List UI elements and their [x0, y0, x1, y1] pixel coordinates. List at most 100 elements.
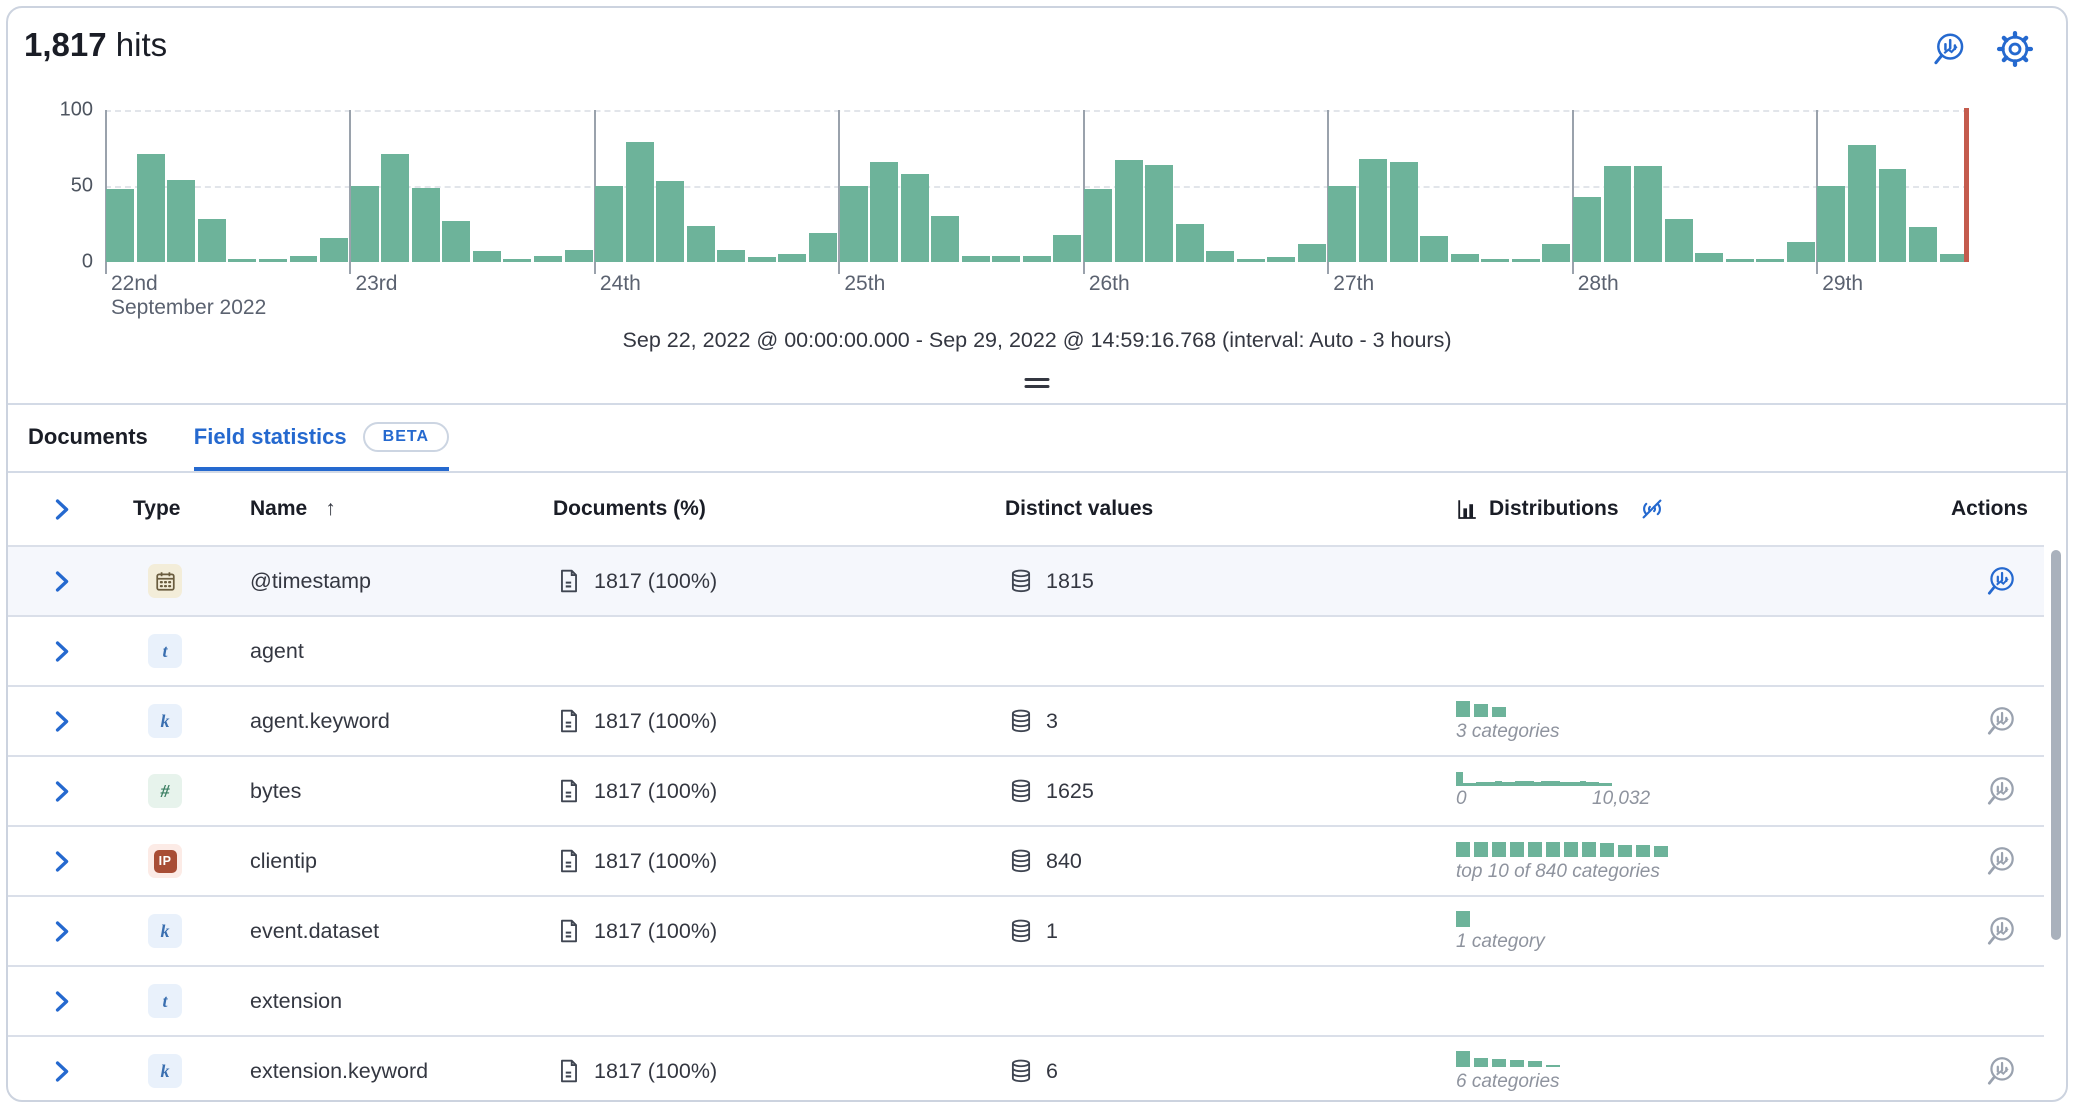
histogram-bar[interactable] — [717, 250, 745, 262]
tab-documents[interactable]: Documents — [28, 405, 148, 471]
x-axis-day-label: 25th — [844, 272, 885, 296]
column-header-name[interactable]: Name ↑ — [242, 497, 548, 521]
histogram-bar[interactable] — [1726, 259, 1754, 262]
field-row-@timestamp[interactable]: @timestamp1817 (100%)1815 — [8, 545, 2044, 615]
histogram-bar[interactable] — [748, 257, 776, 262]
histogram-bar[interactable] — [1390, 162, 1418, 262]
histogram-bar[interactable] — [167, 180, 195, 262]
histogram-bar[interactable] — [412, 188, 440, 262]
histogram-bar[interactable] — [656, 181, 684, 262]
histogram-bar[interactable] — [106, 189, 134, 262]
histogram-bar[interactable] — [1145, 165, 1173, 262]
histogram-bar[interactable] — [1206, 251, 1234, 262]
histogram-bar[interactable] — [534, 256, 562, 262]
database-icon — [1008, 778, 1034, 804]
date-type-token-icon — [148, 564, 182, 598]
field-row-event.dataset[interactable]: kevent.dataset1817 (100%)11 category — [8, 895, 2044, 965]
histogram-bar[interactable] — [503, 259, 531, 262]
histogram-bar[interactable] — [1634, 166, 1662, 262]
histogram-bar[interactable] — [962, 256, 990, 262]
expand-row-chevron[interactable] — [8, 638, 128, 665]
histogram-bar[interactable] — [473, 251, 501, 262]
histogram-bar[interactable] — [1481, 259, 1509, 262]
field-row-agent.keyword[interactable]: kagent.keyword1817 (100%)33 categories — [8, 685, 2044, 755]
expand-row-chevron[interactable] — [8, 708, 128, 735]
histogram-bar[interactable] — [1298, 244, 1326, 262]
histogram-bar[interactable] — [1359, 159, 1387, 262]
explore-in-lens-icon[interactable] — [1984, 704, 2018, 738]
histogram-bar[interactable] — [1756, 259, 1784, 262]
histogram-bar[interactable] — [1420, 236, 1448, 262]
explore-in-lens-icon[interactable] — [1984, 564, 2018, 598]
histogram-bar[interactable] — [901, 174, 929, 262]
histogram-bar[interactable] — [1573, 197, 1601, 262]
histogram-bar[interactable] — [1787, 242, 1815, 262]
string-type-token-icon: t — [148, 634, 182, 668]
histogram-bar[interactable] — [290, 256, 318, 262]
histogram-bar[interactable] — [1817, 186, 1845, 262]
histogram-bar[interactable] — [1451, 254, 1479, 262]
histogram-bar[interactable] — [626, 142, 654, 262]
field-row-agent[interactable]: tagent — [8, 615, 2044, 685]
explore-in-lens-icon[interactable] — [1984, 1054, 2018, 1088]
histogram-bar[interactable] — [595, 186, 623, 262]
histogram-bar[interactable] — [1542, 244, 1570, 262]
field-row-bytes[interactable]: #bytes1817 (100%)1625010,032 — [8, 755, 2044, 825]
documents-count: 1817 (100%) — [594, 779, 717, 804]
histogram-bar[interactable] — [809, 233, 837, 262]
expand-row-chevron[interactable] — [8, 848, 128, 875]
chart-settings-gear-icon[interactable] — [1996, 30, 2034, 68]
expand-row-chevron[interactable] — [8, 568, 128, 595]
histogram-bar[interactable] — [1879, 169, 1907, 262]
edit-visualization-lens-icon[interactable] — [1930, 30, 1968, 68]
field-row-extension[interactable]: textension — [8, 965, 2044, 1035]
histogram-bar[interactable] — [351, 186, 379, 262]
histogram-bar[interactable] — [1053, 235, 1081, 262]
histogram-bar[interactable] — [1237, 259, 1265, 262]
histogram-bar[interactable] — [1695, 253, 1723, 262]
explore-in-lens-icon[interactable] — [1984, 844, 2018, 878]
histogram-bar[interactable] — [259, 259, 287, 262]
histogram-bar[interactable] — [1909, 227, 1937, 262]
field-row-extension.keyword[interactable]: kextension.keyword1817 (100%)66 categori… — [8, 1035, 2044, 1102]
histogram-bar[interactable] — [870, 162, 898, 262]
histogram-bar[interactable] — [840, 186, 868, 262]
histogram-bar[interactable] — [137, 154, 165, 262]
histogram-bar[interactable] — [1267, 257, 1295, 262]
explore-in-lens-icon[interactable] — [1984, 914, 2018, 948]
expand-all-chevron[interactable] — [8, 496, 128, 523]
expand-row-chevron[interactable] — [8, 1058, 128, 1085]
histogram-bar[interactable] — [565, 250, 593, 262]
distribution-label: 6 categories — [1456, 1071, 1560, 1093]
histogram-bar[interactable] — [1176, 224, 1204, 262]
histogram-bar[interactable] — [1115, 160, 1143, 262]
panel-resize-handle[interactable] — [1017, 374, 1058, 392]
histogram-bar[interactable] — [198, 219, 226, 262]
histogram-bar[interactable] — [1604, 166, 1632, 262]
hits-histogram[interactable]: 10050022ndSeptember 202223rd24th25th26th… — [105, 110, 1969, 262]
histogram-bar[interactable] — [1512, 259, 1540, 262]
histogram-bar[interactable] — [320, 238, 348, 262]
expand-row-chevron[interactable] — [8, 988, 128, 1015]
column-header-type: Type — [128, 497, 242, 521]
histogram-bar[interactable] — [1328, 186, 1356, 262]
histogram-bar[interactable] — [1665, 219, 1693, 262]
expand-row-chevron[interactable] — [8, 918, 128, 945]
histogram-bar[interactable] — [687, 226, 715, 262]
histogram-bar[interactable] — [992, 256, 1020, 262]
tab-field-statistics[interactable]: Field statistics BETA — [194, 405, 449, 471]
hide-distributions-toggle-icon[interactable] — [1637, 494, 1667, 524]
histogram-bar[interactable] — [1848, 145, 1876, 262]
histogram-bar[interactable] — [1084, 189, 1112, 262]
explore-in-lens-icon[interactable] — [1984, 774, 2018, 808]
histogram-bar[interactable] — [1023, 256, 1051, 262]
histogram-bar[interactable] — [931, 216, 959, 262]
histogram-bar[interactable] — [778, 254, 806, 262]
histogram-bar[interactable] — [228, 259, 256, 262]
field-name: event.dataset — [250, 919, 379, 944]
histogram-bar[interactable] — [381, 154, 409, 262]
vertical-scrollbar-thumb[interactable] — [2051, 550, 2061, 940]
field-row-clientip[interactable]: IPclientip1817 (100%)840top 10 of 840 ca… — [8, 825, 2044, 895]
histogram-bar[interactable] — [442, 221, 470, 262]
expand-row-chevron[interactable] — [8, 778, 128, 805]
